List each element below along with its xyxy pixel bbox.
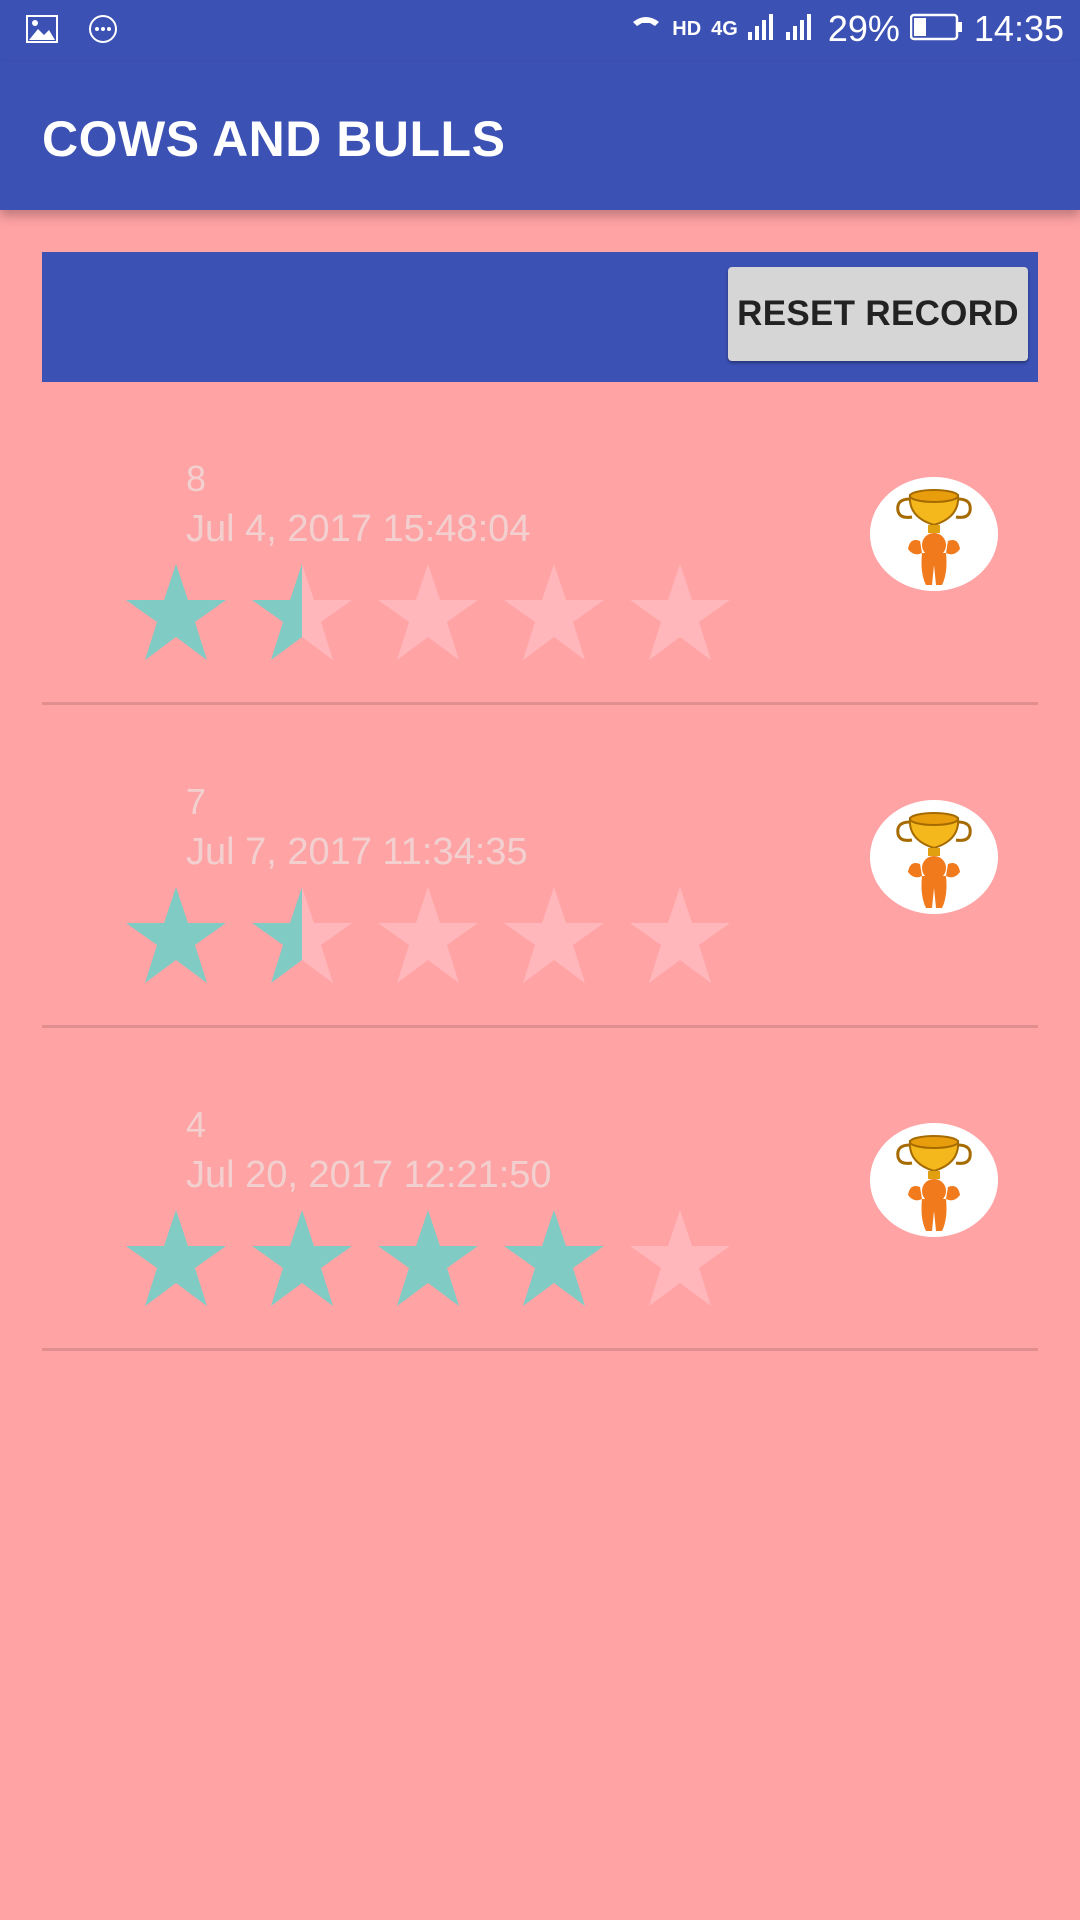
rating-bar bbox=[124, 1206, 732, 1310]
trophy-icon bbox=[870, 1123, 998, 1237]
divider bbox=[42, 702, 1038, 705]
record-score: 8 bbox=[186, 458, 207, 499]
trophy-icon bbox=[870, 800, 998, 914]
record-date: Jul 20, 2017 12:21:50 bbox=[186, 1154, 552, 1196]
star-icon bbox=[252, 564, 352, 660]
star-icon bbox=[504, 1210, 604, 1306]
rating-bar bbox=[124, 883, 732, 987]
star-icon bbox=[630, 564, 730, 660]
star-icon bbox=[630, 1210, 730, 1306]
divider bbox=[42, 1025, 1038, 1028]
star-icon bbox=[504, 887, 604, 983]
record-score: 7 bbox=[186, 781, 207, 822]
trophy-icon bbox=[870, 477, 998, 591]
star-icon bbox=[504, 564, 604, 660]
star-icon bbox=[378, 564, 478, 660]
rating-bar bbox=[124, 560, 732, 664]
star-icon bbox=[252, 1210, 352, 1306]
record-date: Jul 4, 2017 15:48:04 bbox=[186, 508, 531, 550]
divider bbox=[42, 1348, 1038, 1351]
record-date: Jul 7, 2017 11:34:35 bbox=[186, 831, 528, 873]
star-icon bbox=[126, 887, 226, 983]
star-icon bbox=[630, 887, 730, 983]
star-icon bbox=[378, 887, 478, 983]
record-score: 4 bbox=[186, 1104, 207, 1145]
star-icon bbox=[126, 564, 226, 660]
list-item: 4 Jul 20, 2017 12:21:50 bbox=[0, 0, 1080, 1351]
star-icon bbox=[252, 887, 352, 983]
star-icon bbox=[126, 1210, 226, 1306]
star-icon bbox=[378, 1210, 478, 1306]
